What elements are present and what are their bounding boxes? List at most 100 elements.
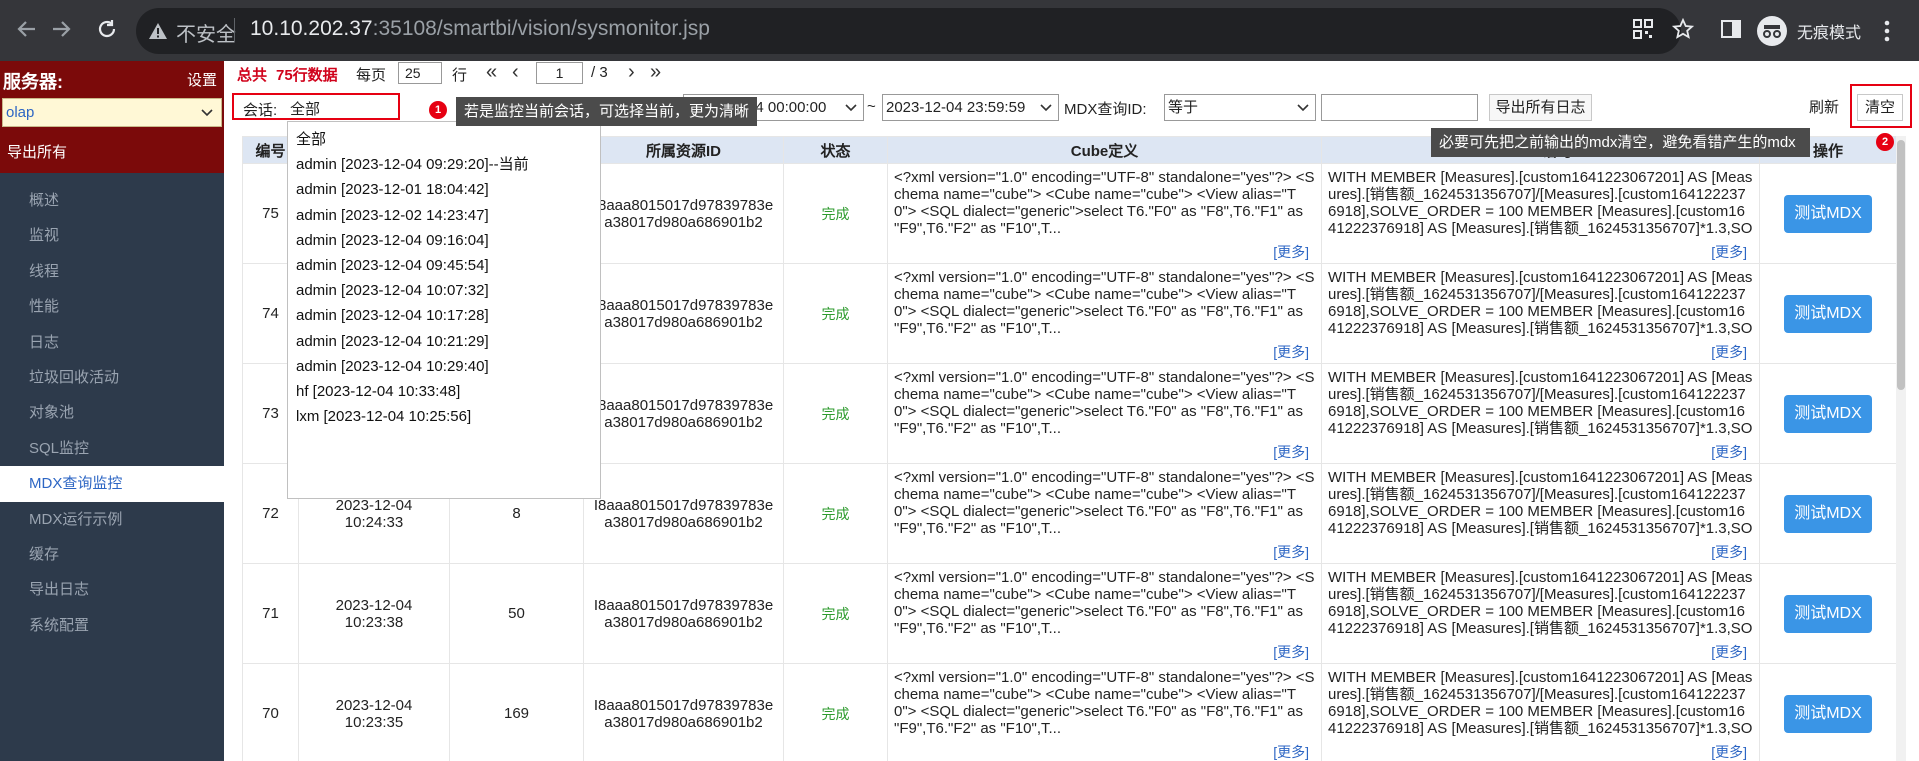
sidebar-item-overview[interactable]: 概述 <box>0 183 224 218</box>
cube-definition-text: <?xml version="1.0" encoding="UTF-8" sta… <box>894 269 1315 337</box>
last-page-icon[interactable]: » <box>650 61 661 84</box>
more-link[interactable]: [更多] <box>1711 344 1747 361</box>
row-time: 2023-12-04 10:23:38 <box>298 563 450 664</box>
side-panel-icon[interactable] <box>1720 18 1742 40</box>
back-button[interactable] <box>12 14 42 44</box>
mdx-id-input[interactable] <box>1321 94 1478 121</box>
date-separator: ~ <box>867 98 876 115</box>
column-header[interactable]: 所属资源ID <box>583 136 784 164</box>
test-mdx-button[interactable]: 测试MDX <box>1784 194 1872 233</box>
chevron-down-icon <box>845 104 857 112</box>
sidebar-item-mdx-examples[interactable]: MDX运行示例 <box>0 502 224 537</box>
sidebar-item-system-config[interactable]: 系统配置 <box>0 608 224 643</box>
more-link[interactable]: [更多] <box>1273 244 1309 261</box>
end-date-value: 2023-12-04 23:59:59 <box>886 99 1026 116</box>
sidebar-item-logs[interactable]: 日志 <box>0 325 224 360</box>
session-option[interactable]: 全部 <box>288 127 600 152</box>
url-text[interactable]: 10.10.202.37:35108/smartbi/vision/sysmon… <box>250 17 710 41</box>
test-mdx-button[interactable]: 测试MDX <box>1784 494 1872 533</box>
test-mdx-button[interactable]: 测试MDX <box>1784 694 1872 733</box>
export-all-link[interactable]: 导出所有 <box>7 141 67 162</box>
server-panel: 服务器: 设置 olap 导出所有 <box>0 61 224 173</box>
test-mdx-button[interactable]: 测试MDX <box>1784 594 1872 633</box>
server-select[interactable]: olap <box>2 98 222 127</box>
reload-button[interactable] <box>92 14 122 44</box>
row-cube: <?xml version="1.0" encoding="UTF-8" sta… <box>887 263 1322 364</box>
row-time: 2023-12-04 10:23:35 <box>298 663 450 761</box>
session-dropdown: 全部 admin [2023-12-04 09:29:20]--当前 admin… <box>287 121 601 499</box>
mdx-id-operator-value: 等于 <box>1168 99 1199 116</box>
test-mdx-button[interactable]: 测试MDX <box>1784 394 1872 433</box>
more-link[interactable]: [更多] <box>1273 744 1309 761</box>
warning-icon <box>149 23 167 39</box>
forward-button[interactable] <box>46 14 76 44</box>
sidebar-item-object-pool[interactable]: 对象池 <box>0 395 224 430</box>
per-page-label: 每页 <box>356 67 387 84</box>
more-link[interactable]: [更多] <box>1711 444 1747 461</box>
sidebar-item-sql-monitor[interactable]: SQL监控 <box>0 431 224 466</box>
sidebar-item-gc-activity[interactable]: 垃圾回收活动 <box>0 360 224 395</box>
test-mdx-button[interactable]: 测试MDX <box>1784 294 1872 333</box>
row-status: 完成 <box>783 263 888 364</box>
more-link[interactable]: [更多] <box>1711 744 1747 761</box>
session-select[interactable]: 会话: 全部 <box>232 93 400 120</box>
more-link[interactable]: [更多] <box>1273 344 1309 361</box>
scrollbar-thumb[interactable] <box>1897 140 1905 390</box>
url-path: :35108/smartbi/vision/sysmonitor.jsp <box>372 17 710 40</box>
more-link[interactable]: [更多] <box>1273 644 1309 661</box>
column-header[interactable]: Cube定义 <box>887 136 1322 164</box>
sidebar-item-cache[interactable]: 缓存 <box>0 537 224 572</box>
column-header[interactable]: 状态 <box>783 136 888 164</box>
reload-icon <box>98 20 116 38</box>
session-value: 全部 <box>290 101 321 118</box>
prev-page-icon[interactable]: ‹ <box>512 61 519 84</box>
bookmark-star-icon[interactable] <box>1672 18 1694 40</box>
session-option[interactable]: admin [2023-12-04 10:17:28] <box>288 303 600 328</box>
row-status: 完成 <box>783 463 888 564</box>
session-option[interactable]: admin [2023-12-04 10:29:40] <box>288 354 600 379</box>
insecure-label[interactable]: 不安全 <box>176 18 236 47</box>
settings-link[interactable]: 设置 <box>187 69 217 90</box>
more-link[interactable]: [更多] <box>1711 244 1747 261</box>
per-page-input[interactable]: 25 <box>398 62 442 84</box>
session-option[interactable]: admin [2023-12-04 09:29:20]--当前 <box>288 152 600 177</box>
sidebar-menu: 概述 监视 线程 性能 日志 垃圾回收活动 对象池 SQL监控 MDX查询监控 … <box>0 183 224 643</box>
row-mdx: WITH MEMBER [Measures].[custom1641223067… <box>1321 563 1760 664</box>
end-date-select[interactable]: 2023-12-04 23:59:59 <box>882 94 1059 121</box>
session-option[interactable]: lxm [2023-12-04 10:25:56] <box>288 404 600 429</box>
more-link[interactable]: [更多] <box>1711 544 1747 561</box>
sidebar-item-monitor[interactable]: 监视 <box>0 218 224 253</box>
more-link[interactable]: [更多] <box>1273 444 1309 461</box>
next-page-icon[interactable]: › <box>628 61 635 84</box>
sidebar-item-mdx-monitor[interactable]: MDX查询监控 <box>0 466 224 502</box>
row-cube: <?xml version="1.0" encoding="UTF-8" sta… <box>887 463 1322 564</box>
sidebar-item-export-logs[interactable]: 导出日志 <box>0 572 224 607</box>
sidebar-item-threads[interactable]: 线程 <box>0 254 224 289</box>
clear-button[interactable]: 清空 <box>1857 94 1903 121</box>
more-link[interactable]: [更多] <box>1273 544 1309 561</box>
row-resource-id: I8aaa8015017d97839783ea38017d980a686901b… <box>583 163 784 264</box>
more-menu-icon[interactable] <box>1884 20 1890 42</box>
first-page-icon[interactable]: « <box>486 61 497 84</box>
vertical-scrollbar[interactable] <box>1896 136 1906 761</box>
export-logs-button[interactable]: 导出所有日志 <box>1489 94 1592 121</box>
session-option[interactable]: admin [2023-12-02 14:23:47] <box>288 203 600 228</box>
current-page-input[interactable]: 1 <box>536 62 583 84</box>
session-option[interactable]: hf [2023-12-04 10:33:48] <box>288 379 600 404</box>
session-option[interactable]: admin [2023-12-04 09:45:54] <box>288 253 600 278</box>
incognito-indicator[interactable]: 无痕模式 <box>1757 14 1861 48</box>
sidebar-item-performance[interactable]: 性能 <box>0 289 224 324</box>
more-link[interactable]: [更多] <box>1711 644 1747 661</box>
session-option[interactable]: admin [2023-12-01 18:04:42] <box>288 177 600 202</box>
refresh-button[interactable]: 刷新 <box>1804 94 1844 121</box>
session-option[interactable]: admin [2023-12-04 10:21:29] <box>288 329 600 354</box>
row-cube: <?xml version="1.0" encoding="UTF-8" sta… <box>887 363 1322 464</box>
cube-definition-text: <?xml version="1.0" encoding="UTF-8" sta… <box>894 569 1315 637</box>
session-option[interactable]: admin [2023-12-04 09:16:04] <box>288 228 600 253</box>
mdx-id-operator-select[interactable]: 等于 <box>1164 94 1316 121</box>
qr-code-icon[interactable] <box>1632 18 1654 40</box>
rows-label: 行 <box>452 67 468 84</box>
cube-definition-text: <?xml version="1.0" encoding="UTF-8" sta… <box>894 469 1315 537</box>
session-option[interactable]: admin [2023-12-04 10:07:32] <box>288 278 600 303</box>
session-label: 会话: <box>243 102 278 119</box>
